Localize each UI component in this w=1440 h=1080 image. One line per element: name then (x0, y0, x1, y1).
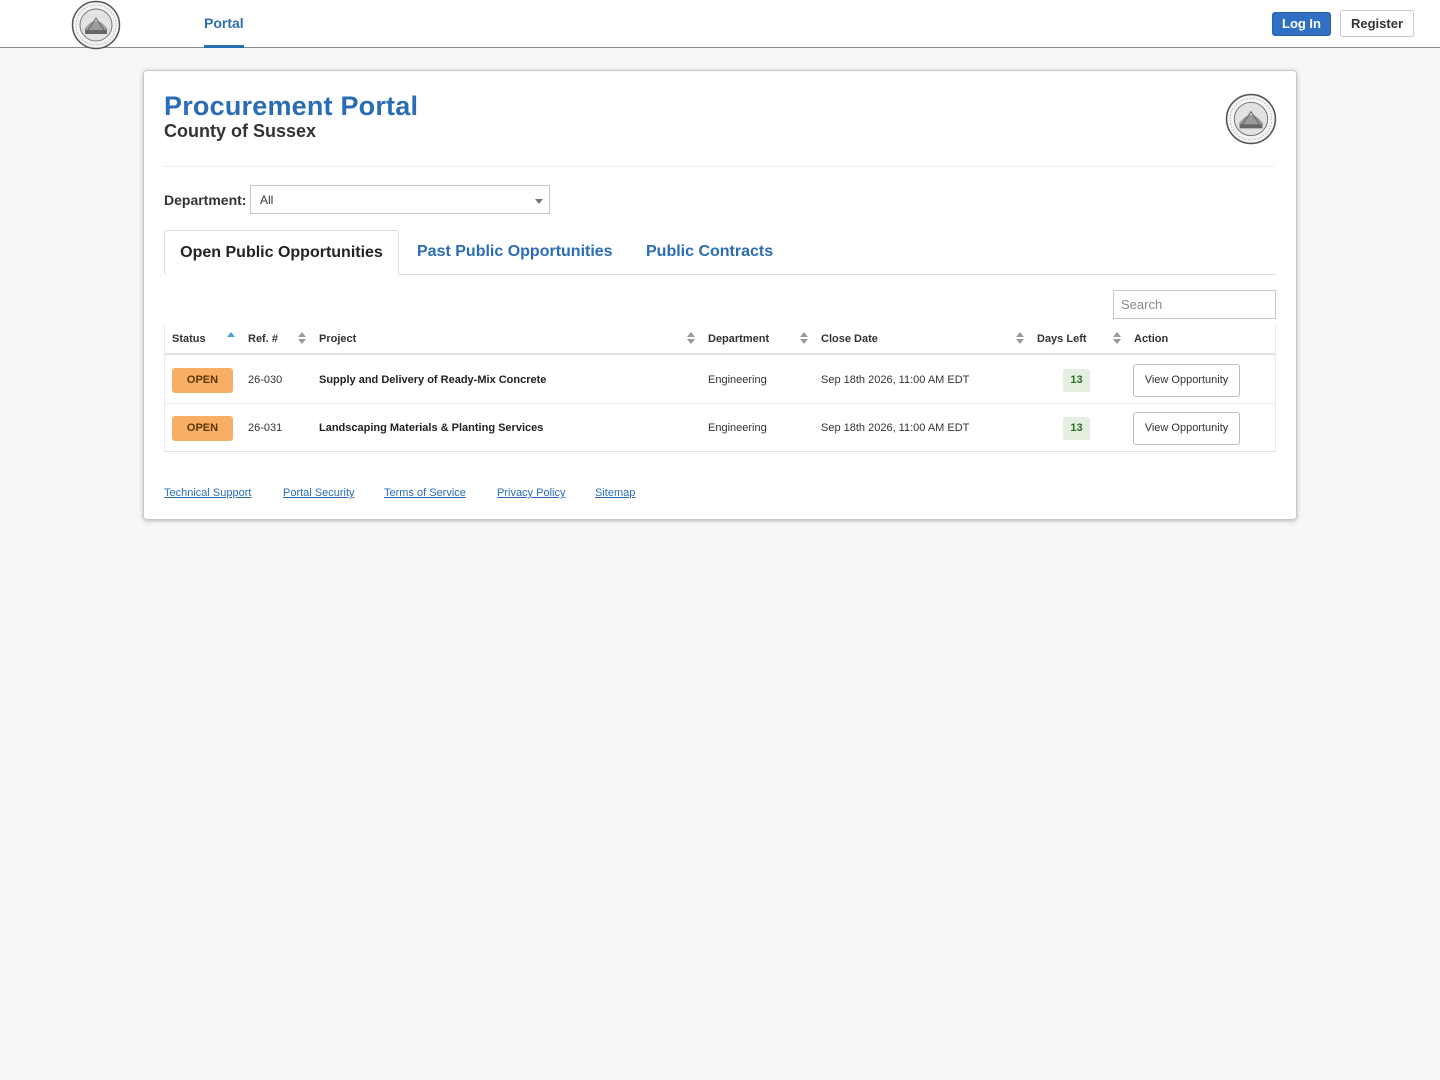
search-input[interactable] (1113, 290, 1276, 319)
header-divider (164, 166, 1274, 167)
column-header-days-left[interactable]: Days Left (1037, 333, 1087, 345)
footer-link-sitemap[interactable]: Sitemap (595, 487, 635, 499)
chevron-down-icon (535, 199, 543, 204)
ref-number: 26-031 (248, 422, 283, 434)
sort-icon[interactable] (1016, 332, 1024, 346)
portal-card: Procurement Portal County of Sussex Depa… (143, 70, 1297, 520)
department-name: Engineering (708, 374, 767, 386)
column-header-project[interactable]: Project (319, 333, 356, 345)
days-left-badge: 13 (1063, 417, 1090, 440)
tab-open-public-opportunities[interactable]: Open Public Opportunities (164, 230, 399, 275)
table-row: OPEN 26-031 Landscaping Materials & Plan… (165, 404, 1275, 452)
county-seal-icon[interactable] (71, 0, 121, 50)
column-header-department[interactable]: Department (708, 333, 769, 345)
sort-icon[interactable] (800, 332, 808, 346)
column-header-status[interactable]: Status (172, 333, 206, 345)
footer-link-privacy-policy[interactable]: Privacy Policy (497, 487, 565, 499)
project-name: Supply and Delivery of Ready-Mix Concret… (319, 374, 547, 386)
view-opportunity-button[interactable]: View Opportunity (1133, 364, 1240, 397)
top-navbar: Portal Log In Register (0, 0, 1440, 50)
footer-link-terms-of-service[interactable]: Terms of Service (384, 487, 466, 499)
opportunities-table: Status Ref. # Project Department Close D… (164, 325, 1276, 452)
project-name: Landscaping Materials & Planting Service… (319, 422, 544, 434)
column-header-action: Action (1134, 333, 1169, 345)
nav-item-portal[interactable]: Portal (204, 0, 244, 48)
tab-public-contracts[interactable]: Public Contracts (646, 230, 773, 275)
view-opportunity-button[interactable]: View Opportunity (1133, 412, 1240, 445)
department-select[interactable]: All (250, 185, 550, 214)
days-left-badge: 13 (1063, 369, 1090, 392)
sort-ascending-icon[interactable] (227, 332, 235, 346)
department-name: Engineering (708, 422, 767, 434)
close-date: Sep 18th 2026, 11:00 AM EDT (821, 374, 970, 386)
footer-link-technical-support[interactable]: Technical Support (164, 487, 251, 499)
department-select-value: All (260, 193, 274, 207)
ref-number: 26-030 (248, 374, 283, 386)
sort-icon[interactable] (687, 332, 695, 346)
footer-link-portal-security[interactable]: Portal Security (283, 487, 355, 499)
page-title: Procurement Portal (164, 91, 419, 121)
column-header-close-date[interactable]: Close Date (821, 333, 878, 345)
table-row: OPEN 26-030 Supply and Delivery of Ready… (165, 356, 1275, 404)
county-seal-icon (1225, 93, 1277, 145)
column-header-ref[interactable]: Ref. # (248, 333, 278, 345)
login-button[interactable]: Log In (1272, 12, 1331, 36)
status-badge: OPEN (172, 416, 233, 441)
sort-icon[interactable] (1113, 332, 1121, 346)
sort-icon[interactable] (298, 332, 306, 346)
table-header: Status Ref. # Project Department Close D… (165, 325, 1275, 355)
register-button[interactable]: Register (1340, 10, 1414, 37)
status-badge: OPEN (172, 368, 233, 393)
department-label: Department: (164, 192, 247, 208)
tab-past-public-opportunities[interactable]: Past Public Opportunities (417, 230, 613, 275)
close-date: Sep 18th 2026, 11:00 AM EDT (821, 422, 970, 434)
page-subtitle: County of Sussex (164, 121, 317, 141)
